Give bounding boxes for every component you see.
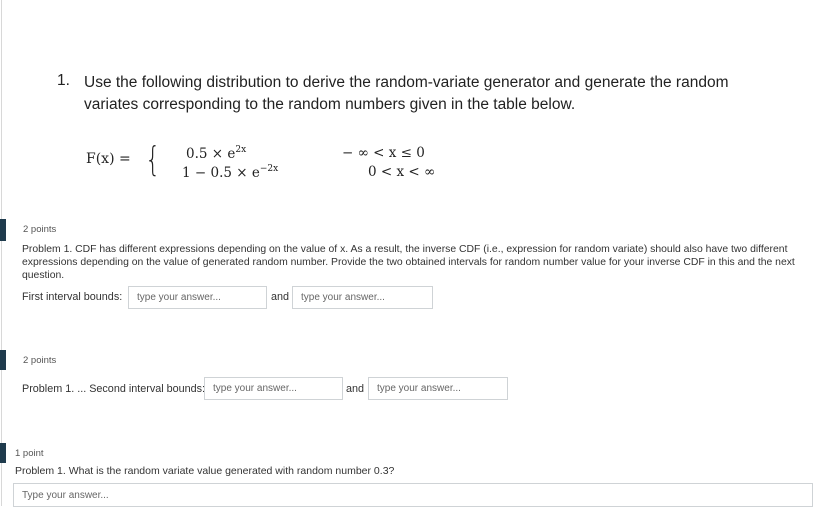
second-interval-upper-input[interactable] (368, 377, 508, 400)
and-label: and (346, 383, 365, 395)
first-interval-lower-input[interactable] (128, 286, 267, 309)
first-interval-label: First interval bounds: (22, 291, 123, 303)
points-label: 1 point (15, 448, 44, 459)
formula-condition-1: − ∞ < x ≤ 0 (342, 145, 425, 161)
first-interval-upper-input[interactable] (292, 286, 433, 309)
question-marker (0, 443, 6, 463)
formula-expr-2: 1 − 0.5 × e−2x (182, 164, 279, 181)
cdf-formula: F(x) = { 0.5 × e2x 1 − 0.5 × e−2x − ∞ < … (86, 140, 506, 192)
points-label: 2 points (23, 355, 57, 366)
question-marker (0, 350, 6, 370)
second-interval-label: Problem 1. ... Second interval bounds: (22, 383, 206, 395)
formula-expr-1: 0.5 × e2x (186, 145, 247, 162)
question-text: Use the following distribution to derive… (84, 74, 729, 113)
random-variate-answer-input[interactable] (13, 483, 813, 507)
second-interval-lower-input[interactable] (204, 377, 343, 400)
problem-text: Problem 1. CDF has different expressions… (22, 244, 795, 281)
question-number: 1. (57, 72, 70, 89)
left-border (1, 0, 2, 506)
formula-condition-2: 0 < x < ∞ (368, 164, 436, 180)
question-marker (0, 219, 6, 241)
formula-brace: { (145, 140, 161, 180)
formula-fx: F(x) = (86, 151, 131, 167)
points-label: 2 points (23, 224, 57, 235)
random-variate-question: Problem 1. What is the random variate va… (15, 465, 395, 477)
and-label: and (271, 291, 290, 303)
